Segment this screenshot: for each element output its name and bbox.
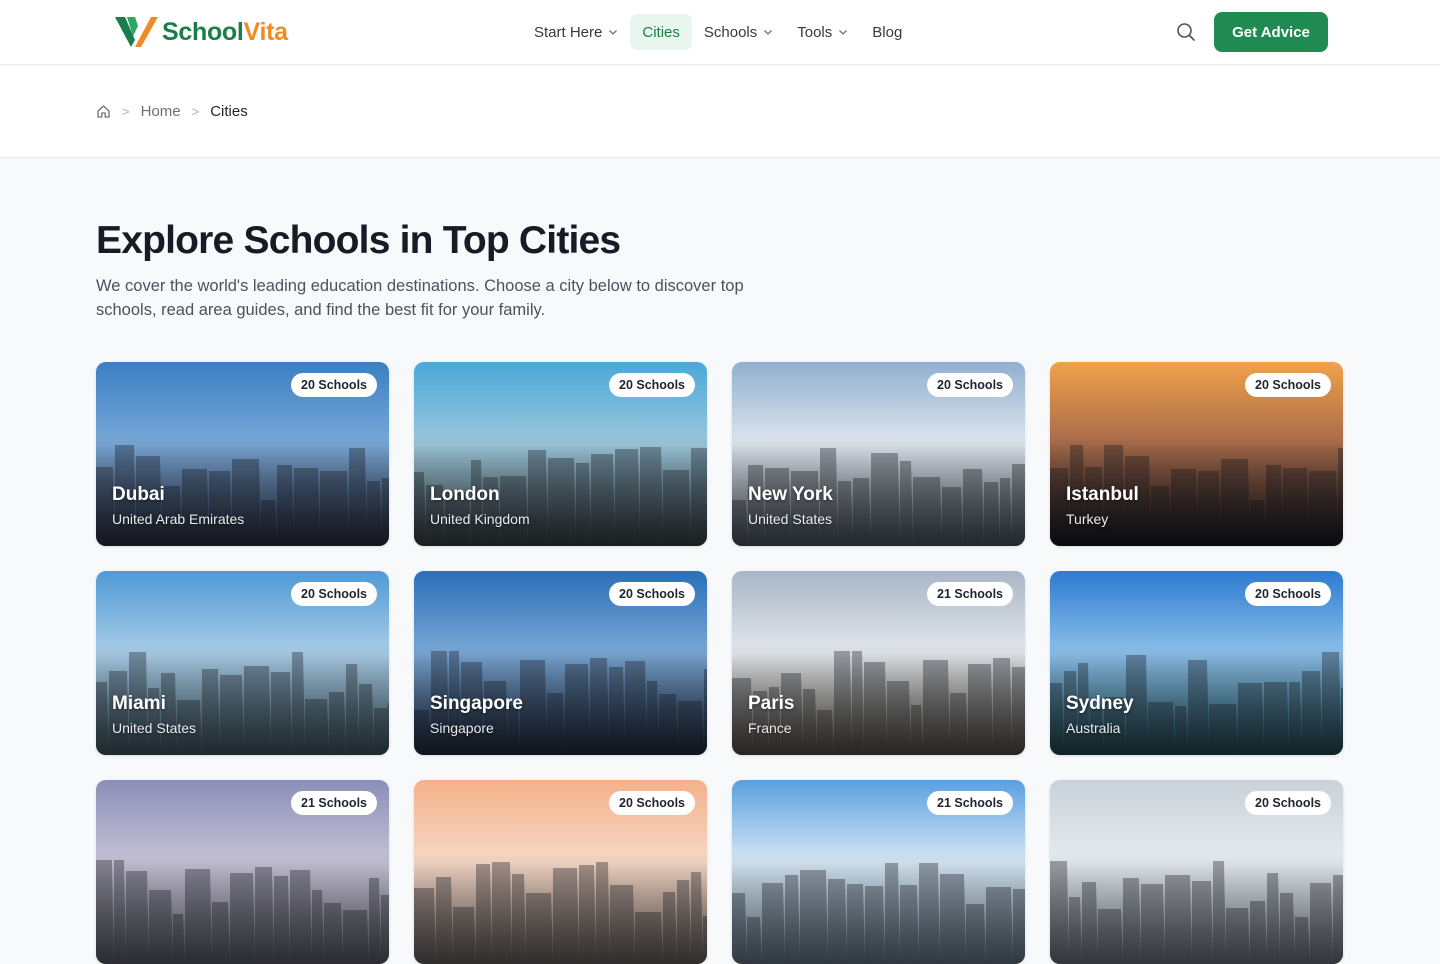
breadcrumb-separator: > bbox=[122, 103, 130, 119]
city-card[interactable]: 20 Schools Dubai United Arab Emirates bbox=[96, 362, 389, 546]
city-country: United Kingdom bbox=[430, 511, 530, 527]
school-count-badge: 20 Schools bbox=[1245, 373, 1331, 397]
school-count-badge: 21 Schools bbox=[927, 791, 1013, 815]
nav-label: Blog bbox=[872, 23, 903, 41]
nav-label: Schools bbox=[703, 23, 758, 41]
city-name: Dubai bbox=[112, 484, 165, 505]
city-card[interactable]: 21 Schools bbox=[96, 780, 389, 964]
city-name: Singapore bbox=[430, 693, 523, 714]
school-count-badge: 20 Schools bbox=[609, 791, 695, 815]
city-card[interactable]: 20 Schools bbox=[1050, 780, 1343, 964]
city-card[interactable]: 20 Schools Sydney Australia bbox=[1050, 571, 1343, 755]
city-country: United Arab Emirates bbox=[112, 511, 245, 527]
home-icon[interactable] bbox=[96, 104, 111, 119]
get-advice-button[interactable]: Get Advice bbox=[1214, 12, 1328, 52]
school-count-badge: 20 Schools bbox=[291, 582, 377, 606]
city-country: Turkey bbox=[1066, 511, 1109, 527]
city-name: Istanbul bbox=[1066, 484, 1139, 505]
nav-cities[interactable]: Cities bbox=[630, 14, 692, 50]
city-card[interactable]: 20 Schools Istanbul Turkey bbox=[1050, 362, 1343, 546]
school-count-badge: 21 Schools bbox=[927, 582, 1013, 606]
chevron-down-icon bbox=[764, 30, 773, 35]
nav-label: Tools bbox=[797, 23, 833, 41]
city-card[interactable]: 21 Schools Paris France bbox=[732, 571, 1025, 755]
city-card[interactable]: 20 Schools London United Kingdom bbox=[414, 362, 707, 546]
city-country: United States bbox=[748, 511, 833, 527]
brand-name: SchoolVita bbox=[162, 17, 288, 46]
nav-label: Start Here bbox=[534, 23, 603, 41]
search-icon[interactable] bbox=[1174, 20, 1198, 44]
nav-schools[interactable]: Schools bbox=[692, 14, 785, 50]
city-country: Australia bbox=[1066, 720, 1121, 736]
city-country: United States bbox=[112, 720, 197, 736]
breadcrumb-home-link[interactable]: Home bbox=[141, 103, 181, 120]
school-count-badge: 20 Schools bbox=[291, 373, 377, 397]
nav-label: Cities bbox=[642, 23, 680, 41]
breadcrumb-separator: > bbox=[191, 103, 200, 119]
site-header: SchoolVita Start Here Cities Schools Too… bbox=[0, 0, 1440, 65]
city-card[interactable]: 20 Schools Singapore Singapore bbox=[414, 571, 707, 755]
school-count-badge: 21 Schools bbox=[291, 791, 377, 815]
nav-start-here[interactable]: Start Here bbox=[522, 14, 630, 50]
nav-tools[interactable]: Tools bbox=[785, 14, 860, 50]
breadcrumb-band: > Home > Cities bbox=[0, 66, 1440, 158]
city-name: Miami bbox=[112, 693, 166, 714]
city-name: London bbox=[430, 484, 500, 505]
school-count-badge: 20 Schools bbox=[1245, 791, 1331, 815]
school-count-badge: 20 Schools bbox=[609, 373, 695, 397]
chevron-down-icon bbox=[839, 30, 848, 35]
breadcrumb: > Home > Cities bbox=[96, 102, 248, 120]
chevron-down-icon bbox=[609, 30, 618, 35]
city-grid: 20 Schools Dubai United Arab Emirates 20 Sc… bbox=[96, 362, 1344, 964]
school-count-badge: 20 Schools bbox=[609, 582, 695, 606]
page-title: Explore Schools in Top Cities bbox=[96, 219, 621, 262]
school-count-badge: 20 Schools bbox=[1245, 582, 1331, 606]
city-name: New York bbox=[748, 484, 833, 505]
breadcrumb-current: Cities bbox=[210, 102, 248, 120]
brand-logo[interactable]: SchoolVita bbox=[113, 14, 288, 50]
city-card[interactable]: 20 Schools Miami United States bbox=[96, 571, 389, 755]
city-name: Sydney bbox=[1066, 693, 1134, 714]
city-card[interactable]: 21 Schools bbox=[732, 780, 1025, 964]
logo-mark-icon bbox=[115, 17, 158, 47]
main-nav: Start Here Cities Schools Tools Blog bbox=[522, 14, 914, 50]
city-country: Singapore bbox=[430, 720, 494, 736]
city-name: Paris bbox=[748, 693, 795, 714]
city-card[interactable]: 20 Schools New York United States bbox=[732, 362, 1025, 546]
nav-blog[interactable]: Blog bbox=[860, 14, 914, 50]
school-count-badge: 20 Schools bbox=[927, 373, 1013, 397]
city-country: France bbox=[748, 720, 792, 736]
city-card[interactable]: 20 Schools bbox=[414, 780, 707, 964]
page-subtitle: We cover the world's leading education d… bbox=[96, 277, 744, 319]
